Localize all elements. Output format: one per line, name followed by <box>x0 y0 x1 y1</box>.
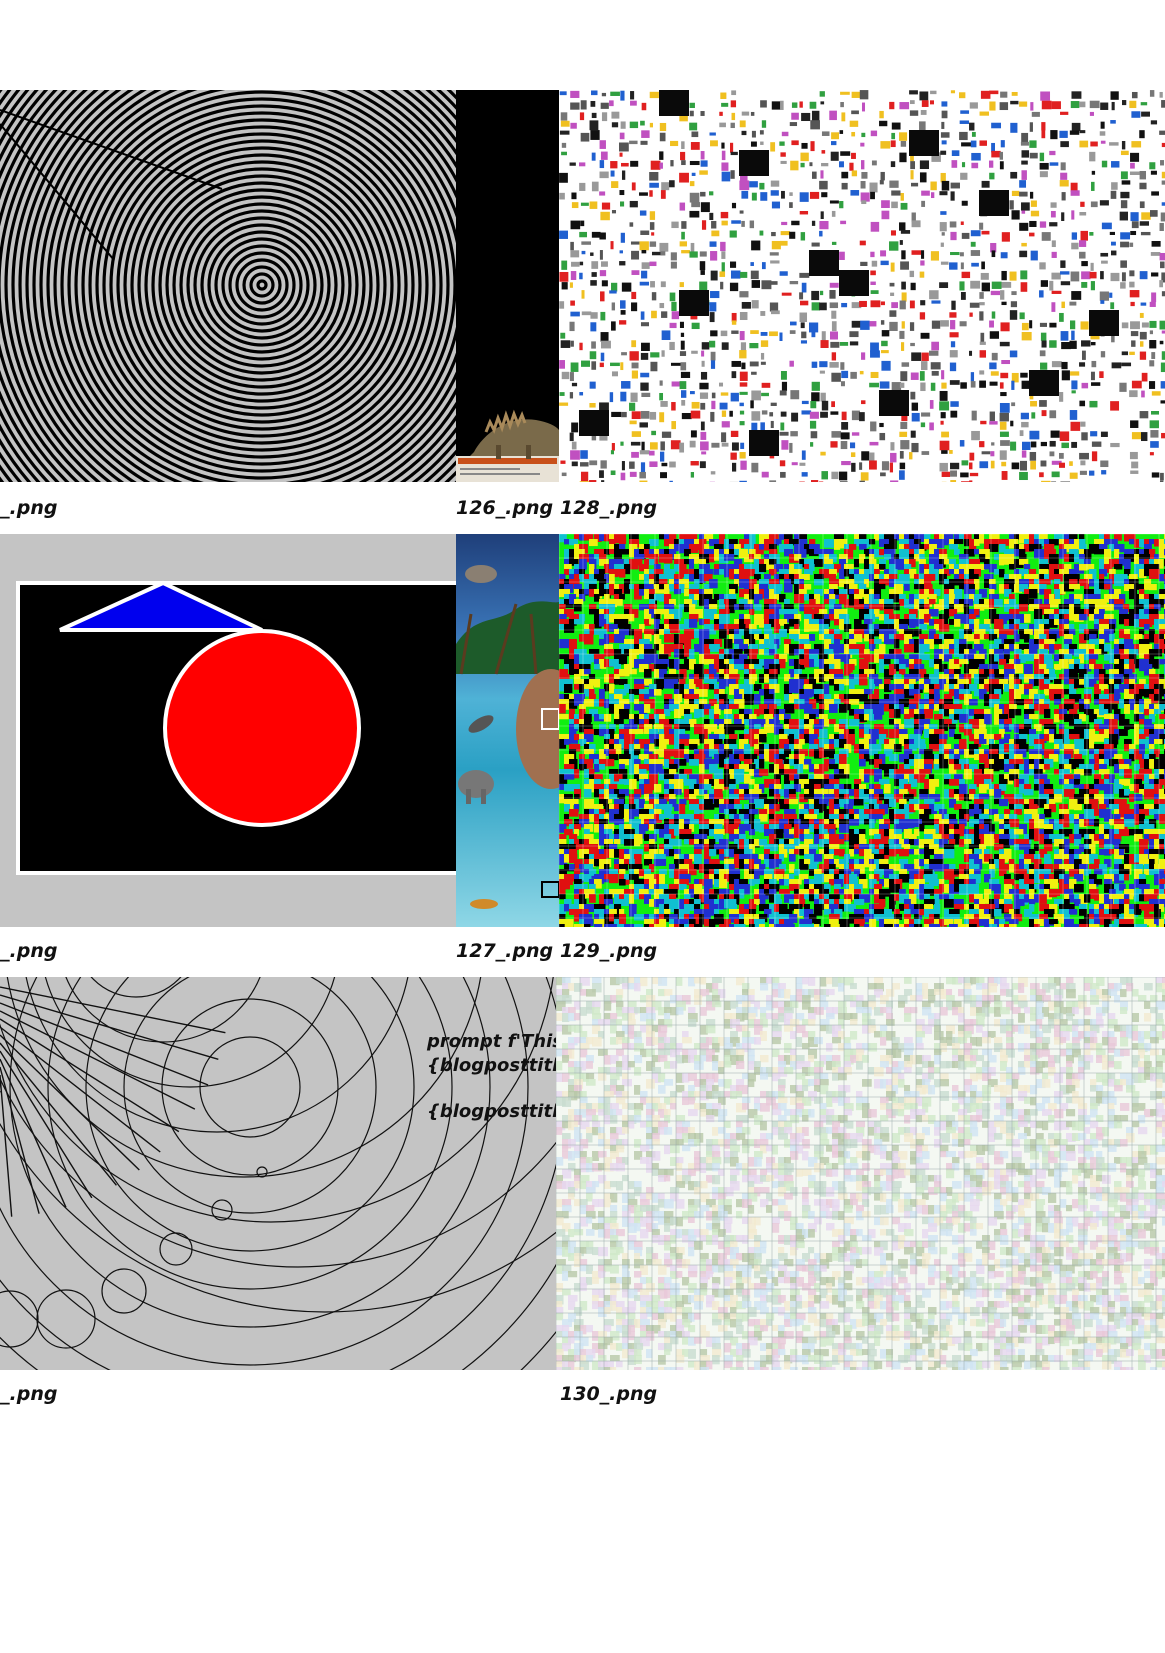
prompt-line-1: prompt f'This <box>427 1031 563 1052</box>
caption-row2-left: _.png <box>0 940 58 962</box>
red-circle <box>163 629 361 827</box>
shapes-image[interactable] <box>0 534 456 927</box>
image-129-color-noise-grid[interactable] <box>559 534 1165 927</box>
image-126-thumbnail[interactable] <box>456 90 559 482</box>
concentric-circles-graphic <box>0 90 456 482</box>
shapes-graphic <box>16 580 456 875</box>
image-127-thumbnail[interactable] <box>456 534 559 927</box>
caption-row3-left: _.png <box>0 1383 58 1405</box>
image-128-emoji-mosaic[interactable] <box>559 90 1165 482</box>
caption-128: 128_.png <box>560 497 658 519</box>
caption-row1-left: _.png <box>0 497 58 519</box>
caption-127: 127_.png <box>456 940 554 962</box>
concentric-circles-image[interactable] <box>0 90 456 482</box>
pastel-noise-graphic <box>556 977 1165 1370</box>
icon-mosaic-graphic <box>559 90 1165 482</box>
image-130-pastel-noise-grid[interactable] <box>556 977 1165 1370</box>
dinosaur-image <box>456 90 559 482</box>
tropical-collage-image <box>456 534 559 927</box>
caption-126: 126_.png <box>456 497 554 519</box>
caption-129: 129_.png <box>560 940 658 962</box>
color-noise-graphic <box>559 534 1165 927</box>
caption-130: 130_.png <box>560 1383 658 1405</box>
